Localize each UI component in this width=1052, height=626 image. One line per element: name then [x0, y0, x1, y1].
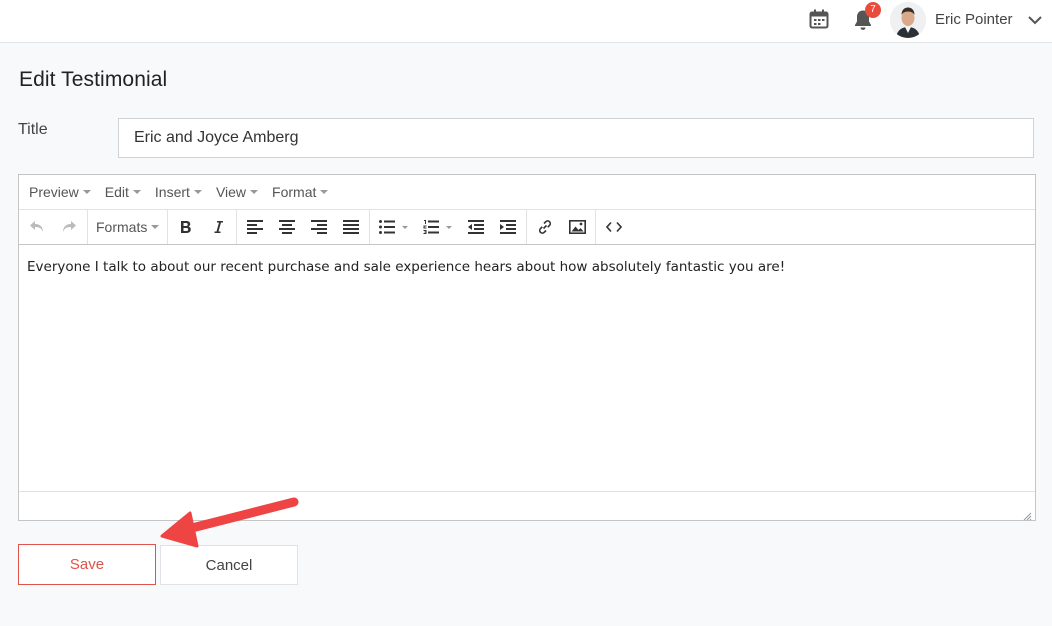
- editor-statusbar: [19, 491, 1035, 521]
- code-group: [596, 210, 632, 244]
- cancel-button[interactable]: Cancel: [160, 545, 298, 585]
- bold-icon[interactable]: [170, 213, 202, 241]
- menu-format-label: Format: [272, 184, 317, 200]
- formats-group: Formats: [88, 210, 169, 244]
- user-name[interactable]: Eric Pointer: [935, 11, 1013, 28]
- menu-view-label: View: [215, 184, 247, 200]
- editor-menubar: Preview Edit Insert View Format: [19, 175, 1035, 210]
- insert-group: [527, 210, 597, 244]
- formats-dropdown[interactable]: Formats: [90, 213, 165, 241]
- caret-down-icon: [132, 190, 141, 194]
- caret-down-icon: [250, 190, 259, 194]
- menu-format[interactable]: Format: [265, 184, 335, 200]
- history-group: [19, 210, 88, 244]
- caret-down-icon: [320, 190, 329, 194]
- chevron-down-icon[interactable]: [1026, 11, 1044, 29]
- align-justify-icon[interactable]: [335, 213, 367, 241]
- caret-down-icon: [193, 190, 202, 194]
- editor-toolbar: Formats: [19, 210, 1035, 245]
- undo-icon[interactable]: [21, 213, 53, 241]
- menu-edit[interactable]: Edit: [98, 184, 148, 200]
- rich-text-editor: Preview Edit Insert View Format Formats: [18, 174, 1036, 521]
- title-label: Title: [18, 121, 48, 138]
- formats-label: Formats: [96, 219, 148, 235]
- alignment-group: [237, 210, 371, 244]
- caret-down-icon: [82, 190, 91, 194]
- menu-preview[interactable]: Preview: [22, 184, 98, 200]
- menu-insert-label: Insert: [154, 184, 190, 200]
- calendar-icon[interactable]: [808, 8, 830, 30]
- menu-insert[interactable]: Insert: [148, 184, 209, 200]
- list-group: [370, 210, 528, 244]
- page-title: Edit Testimonial: [19, 68, 168, 91]
- text-style-group: [168, 210, 238, 244]
- image-icon[interactable]: [561, 213, 593, 241]
- align-center-icon[interactable]: [271, 213, 303, 241]
- outdent-icon[interactable]: [460, 213, 492, 241]
- menu-view[interactable]: View: [209, 184, 265, 200]
- avatar[interactable]: [890, 2, 926, 38]
- link-icon[interactable]: [529, 213, 561, 241]
- align-right-icon[interactable]: [303, 213, 335, 241]
- redo-icon[interactable]: [53, 213, 85, 241]
- indent-icon[interactable]: [492, 213, 524, 241]
- editor-content[interactable]: Everyone I talk to about our recent purc…: [19, 245, 1035, 491]
- caret-down-icon: [151, 225, 160, 229]
- menu-edit-label: Edit: [104, 184, 129, 200]
- top-bar: 7 Eric Pointer: [0, 0, 1052, 43]
- notification-count-badge: 7: [865, 2, 881, 18]
- italic-icon[interactable]: [202, 213, 234, 241]
- align-left-icon[interactable]: [239, 213, 271, 241]
- menu-preview-label: Preview: [29, 184, 79, 200]
- title-input[interactable]: [118, 118, 1034, 158]
- source-code-icon[interactable]: [598, 213, 630, 241]
- numbered-list-icon[interactable]: [416, 213, 460, 241]
- save-button[interactable]: Save: [18, 544, 156, 585]
- resize-handle-icon[interactable]: [1023, 508, 1032, 521]
- bullet-list-icon[interactable]: [372, 213, 416, 241]
